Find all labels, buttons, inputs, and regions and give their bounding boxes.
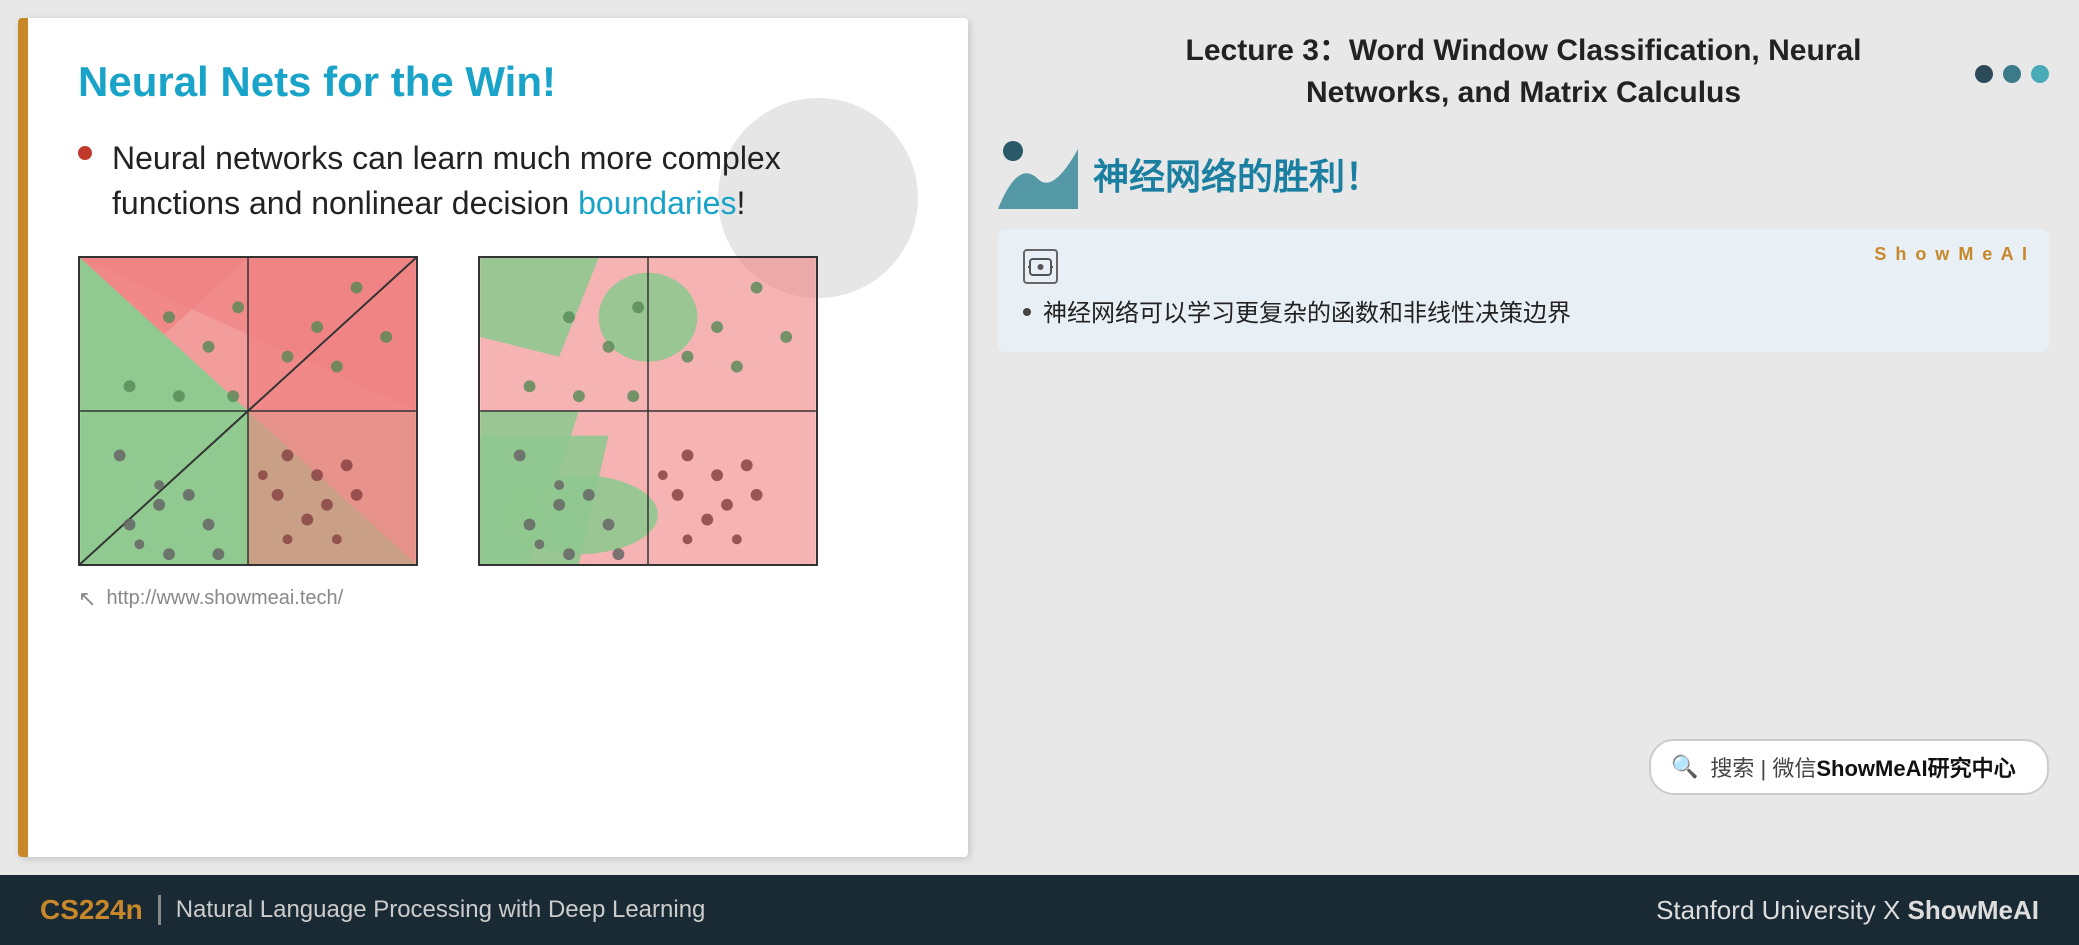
translation-card: S h o w M e A I 神经网络可以学习更复杂的函数和非线性决策边界 [998, 229, 2049, 352]
highlight-text: boundaries [578, 185, 736, 221]
lecture-title-text: Lecture 3：Word Window Classification, Ne… [1186, 34, 1862, 109]
dots-row [1975, 65, 2049, 83]
search-bold-text: ShowMeAI研究中心 [1816, 751, 2015, 783]
dot-3 [2031, 65, 2049, 83]
search-icon: 🔍 [1671, 754, 1698, 780]
right-panel: Lecture 3：Word Window Classification, Ne… [968, 0, 2079, 875]
content-area: Neural Nets for the Win! Neural networks… [0, 0, 2079, 875]
search-label: 搜索 | 微信 [1710, 751, 1816, 783]
slide-panel: Neural Nets for the Win! Neural networks… [18, 18, 968, 857]
bottom-bar: CS224n Natural Language Processing with … [0, 875, 2079, 945]
slide-title: Neural Nets for the Win! [78, 58, 918, 106]
header-chinese: 神经网络的胜利！ [1093, 148, 1381, 200]
search-bar[interactable]: 🔍 搜索 | 微信 ShowMeAI研究中心 [1649, 739, 2049, 795]
slide-bullet: Neural networks can learn much more comp… [78, 136, 918, 226]
ai-icon [1023, 249, 1058, 284]
showmeai-text: ShowMeAI [1908, 895, 2039, 925]
lecture-title: Lecture 3：Word Window Classification, Ne… [998, 20, 2049, 114]
translation-bullet: 神经网络可以学习更复杂的函数和非线性决策边界 [1023, 296, 2024, 332]
dot-1 [1975, 65, 1993, 83]
slide-footer: ↖ http://www.showmeai.tech/ [78, 566, 918, 612]
course-code: CS224n [40, 894, 143, 926]
showmeai-label: S h o w M e A I [1874, 244, 2029, 265]
chart-2 [478, 256, 818, 566]
course-name: Natural Language Processing with Deep Le… [176, 896, 706, 924]
chart-1 [78, 256, 418, 566]
footer-url: http://www.showmeai.tech/ [106, 587, 343, 610]
slide-bullet-text: Neural networks can learn much more comp… [112, 136, 781, 226]
charts-area [78, 256, 918, 566]
dot-2 [2003, 65, 2021, 83]
bottom-left: CS224n Natural Language Processing with … [40, 894, 705, 926]
x-text: X [1883, 895, 1908, 925]
neural-nets-header: 神经网络的胜利！ [998, 139, 2049, 209]
slide-content: Neural Nets for the Win! Neural networks… [78, 58, 918, 612]
main-container: Neural Nets for the Win! Neural networks… [0, 0, 2079, 945]
translation-text: 神经网络可以学习更复杂的函数和非线性决策边界 [1043, 296, 1571, 332]
wave-icon [998, 139, 1078, 209]
bottom-right: Stanford University X ShowMeAI [1656, 895, 2039, 926]
stanford-text: Stanford University [1656, 895, 1876, 925]
bullet-dot [78, 146, 92, 160]
translation-bullet-dot [1023, 308, 1031, 316]
bottom-divider [158, 895, 161, 925]
cursor-icon: ↖ [78, 586, 96, 612]
